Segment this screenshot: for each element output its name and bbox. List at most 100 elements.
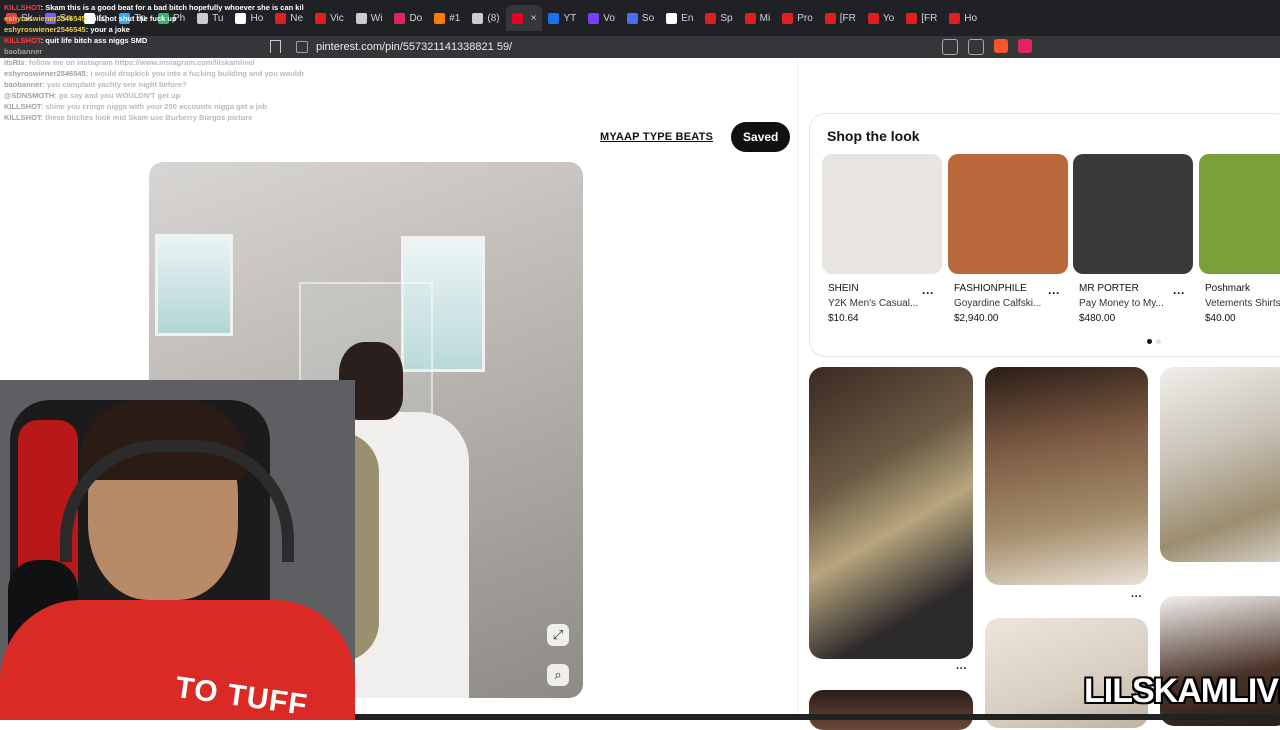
product-brand: Poshmark bbox=[1205, 283, 1251, 294]
product-price: $10.64 bbox=[828, 313, 859, 324]
chat-username: KILLSHOT bbox=[4, 36, 41, 45]
browser-tab[interactable]: YT bbox=[542, 5, 582, 31]
tab-favicon-icon bbox=[315, 12, 327, 24]
chat-text: : Skam this is a good beat for a bad bit… bbox=[40, 3, 304, 12]
tab-label: [FR bbox=[839, 12, 856, 24]
tab-favicon-icon bbox=[355, 12, 367, 24]
chat-message: KILLSHOT: these bitches look mid Skam us… bbox=[4, 112, 304, 123]
browser-tab[interactable]: Vic bbox=[309, 5, 350, 31]
chat-username: KILLSHOT bbox=[4, 3, 41, 12]
chat-message: @SDNSMOTH: go say and you WOULDN'T get u… bbox=[4, 90, 304, 101]
browser-tab[interactable]: [FR bbox=[900, 5, 943, 31]
chat-message: itsRIs: follow me on instagram https://w… bbox=[4, 57, 304, 68]
product-name[interactable]: Vetements Shirts bbox=[1199, 298, 1280, 309]
channel-watermark: LILSKAMLIVE bbox=[1084, 672, 1280, 710]
product-card[interactable]: SHEIN Y2K Men's Casual... $10.64 ··· bbox=[822, 154, 942, 324]
product-more-icon[interactable]: ··· bbox=[1173, 286, 1185, 300]
related-pin[interactable] bbox=[1160, 367, 1280, 562]
chat-username: @SDNSMOTH bbox=[4, 91, 55, 100]
product-image[interactable] bbox=[1199, 154, 1280, 274]
expand-icon[interactable]: ⤢ bbox=[547, 624, 569, 646]
browser-tab[interactable]: Sp bbox=[699, 5, 738, 31]
tab-favicon-icon bbox=[588, 12, 600, 24]
browser-tab[interactable]: En bbox=[660, 5, 699, 31]
chat-message: KILLSHOT: Skam this is a good beat for a… bbox=[4, 2, 304, 13]
tab-favicon-icon bbox=[824, 12, 836, 24]
browser-tab[interactable]: Pro bbox=[776, 5, 819, 31]
browser-tab[interactable]: × bbox=[505, 5, 543, 31]
pin-more-icon[interactable]: ··· bbox=[1131, 591, 1142, 603]
tab-label: Pro bbox=[797, 12, 813, 24]
product-more-icon[interactable]: ··· bbox=[922, 286, 934, 300]
browser-tab[interactable]: So bbox=[621, 5, 660, 31]
tab-favicon-icon bbox=[472, 12, 484, 24]
browser-tab[interactable]: (8) bbox=[466, 5, 505, 31]
browser-tab[interactable]: Yo bbox=[862, 5, 900, 31]
tab-favicon-icon bbox=[434, 12, 446, 24]
chat-text: : killshot shut the fuck up bbox=[85, 14, 177, 23]
chat-username: baobanner bbox=[4, 47, 43, 56]
browser-tab[interactable]: Do bbox=[388, 5, 428, 31]
tab-label: (8) bbox=[487, 12, 500, 24]
pin-more-icon[interactable]: ··· bbox=[956, 663, 967, 675]
chat-text: : go say and you WOULDN'T get up bbox=[54, 91, 181, 100]
chat-username: eshyroswiener2546545 bbox=[4, 25, 86, 34]
product-price: $480.00 bbox=[1079, 313, 1116, 324]
carousel-dot[interactable] bbox=[1156, 339, 1161, 344]
saved-button[interactable]: Saved bbox=[731, 122, 791, 152]
product-card[interactable]: FASHIONPHILE Goyardine Calfski... $2,940.0… bbox=[948, 154, 1068, 324]
shop-the-look-card: Shop the look SHEIN Y2K Men's Casual... $1… bbox=[809, 113, 1280, 357]
browser-tab[interactable]: Vo bbox=[582, 5, 621, 31]
tab-label: Ho bbox=[964, 12, 978, 24]
browser-tab[interactable]: #1 bbox=[428, 5, 466, 31]
product-image[interactable] bbox=[948, 154, 1068, 274]
bottom-bar bbox=[355, 714, 1280, 720]
chat-username: KILLSHOT bbox=[4, 113, 41, 122]
tab-label: Mi bbox=[759, 12, 771, 24]
product-price: $2,940.00 bbox=[954, 313, 999, 324]
browser-tab[interactable]: Wi bbox=[350, 5, 389, 31]
tab-label: Sp bbox=[720, 12, 733, 24]
product-image[interactable] bbox=[822, 154, 942, 274]
related-pin[interactable] bbox=[985, 367, 1148, 585]
cast-icon[interactable] bbox=[942, 39, 958, 55]
browser-tab[interactable]: Mi bbox=[739, 5, 777, 31]
chat-message: eshyroswiener2546545: i would dropkick y… bbox=[4, 68, 304, 79]
chat-message: eshyroswiener2546545: killshot shut the … bbox=[4, 13, 304, 24]
related-pin[interactable] bbox=[809, 367, 973, 659]
shop-the-look-title: Shop the look bbox=[827, 128, 920, 144]
chat-text: : follow me on instagram https://www.ins… bbox=[24, 58, 255, 67]
brave-shield-icon[interactable] bbox=[994, 39, 1008, 53]
chat-username: baobanner bbox=[4, 80, 43, 89]
tab-label: Vic bbox=[330, 12, 344, 24]
chat-message: eshyroswiener2546545: your a joke bbox=[4, 24, 304, 35]
tab-favicon-icon bbox=[744, 12, 756, 24]
visual-search-icon[interactable]: ⌕ bbox=[547, 664, 569, 686]
product-image[interactable] bbox=[1073, 154, 1193, 274]
url-text: pinterest.com/pin/557321141338821 59/ bbox=[316, 41, 513, 53]
browser-tab[interactable]: Ho bbox=[943, 5, 983, 31]
tab-label: #1 bbox=[449, 12, 461, 24]
window-left bbox=[155, 234, 233, 336]
tab-favicon-icon bbox=[394, 12, 406, 24]
product-card[interactable]: Poshmark Vetements Shirts $40.00 bbox=[1199, 154, 1280, 324]
carousel-dot[interactable] bbox=[1147, 339, 1152, 344]
chat-message: KILLSHOT: quit life bitch ass niggs SMD bbox=[4, 35, 304, 46]
product-card[interactable]: MR PORTER Pay Money to My... $480.00 ··· bbox=[1073, 154, 1193, 324]
board-selector[interactable]: MYAAP TYPE BEATS bbox=[600, 131, 713, 143]
chat-username: eshyroswiener2546545 bbox=[4, 14, 86, 23]
url-field[interactable]: pinterest.com/pin/557321141338821 59/ bbox=[296, 39, 512, 55]
tab-favicon-icon bbox=[906, 12, 918, 24]
product-more-icon[interactable]: ··· bbox=[1048, 286, 1060, 300]
chat-text: : these bitches look mid Skam use Burber… bbox=[40, 113, 253, 122]
carousel-dots bbox=[1147, 339, 1161, 344]
tab-label: Do bbox=[409, 12, 423, 24]
related-pin[interactable] bbox=[809, 690, 973, 730]
share-icon[interactable] bbox=[968, 39, 984, 55]
close-tab-icon[interactable]: × bbox=[531, 13, 537, 24]
tab-favicon-icon bbox=[782, 12, 794, 24]
browser-tab[interactable]: [FR bbox=[819, 5, 862, 31]
column-divider bbox=[797, 60, 798, 720]
rewards-icon[interactable] bbox=[1018, 39, 1032, 53]
tab-label: So bbox=[641, 12, 655, 24]
